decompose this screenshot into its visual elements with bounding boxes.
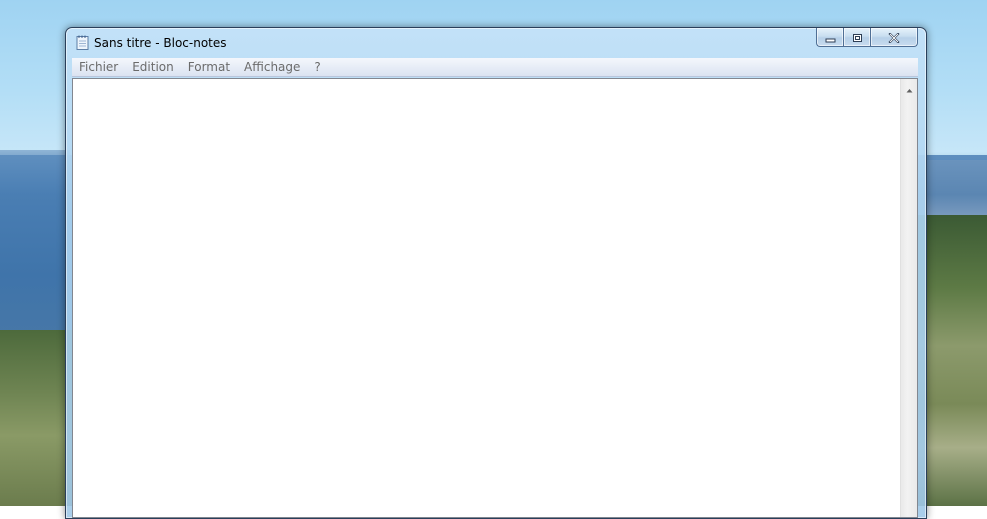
menu-affichage[interactable]: Affichage	[237, 58, 307, 76]
close-button[interactable]	[870, 28, 918, 47]
text-editor-area[interactable]	[72, 78, 918, 518]
vertical-scrollbar[interactable]	[900, 79, 917, 517]
scroll-up-button[interactable]	[901, 79, 917, 96]
title-bar[interactable]: Sans titre - Bloc-notes	[66, 28, 926, 58]
menu-fichier[interactable]: Fichier	[72, 58, 125, 76]
menu-help[interactable]: ?	[307, 58, 327, 76]
notepad-icon[interactable]	[76, 35, 89, 50]
maximize-button[interactable]	[843, 28, 870, 47]
close-icon	[888, 28, 900, 47]
menu-format[interactable]: Format	[181, 58, 237, 76]
restore-icon	[852, 28, 863, 47]
window-title: Sans titre - Bloc-notes	[94, 36, 227, 50]
minimize-button[interactable]	[816, 28, 843, 47]
notepad-window[interactable]: Sans titre - Bloc-notes Fichier Edition …	[65, 27, 927, 519]
minimize-icon	[825, 28, 836, 47]
caption-buttons	[816, 28, 920, 48]
menu-edition[interactable]: Edition	[125, 58, 181, 76]
menu-bar: Fichier Edition Format Affichage ?	[72, 58, 918, 77]
scroll-up-arrow-icon	[906, 78, 913, 97]
